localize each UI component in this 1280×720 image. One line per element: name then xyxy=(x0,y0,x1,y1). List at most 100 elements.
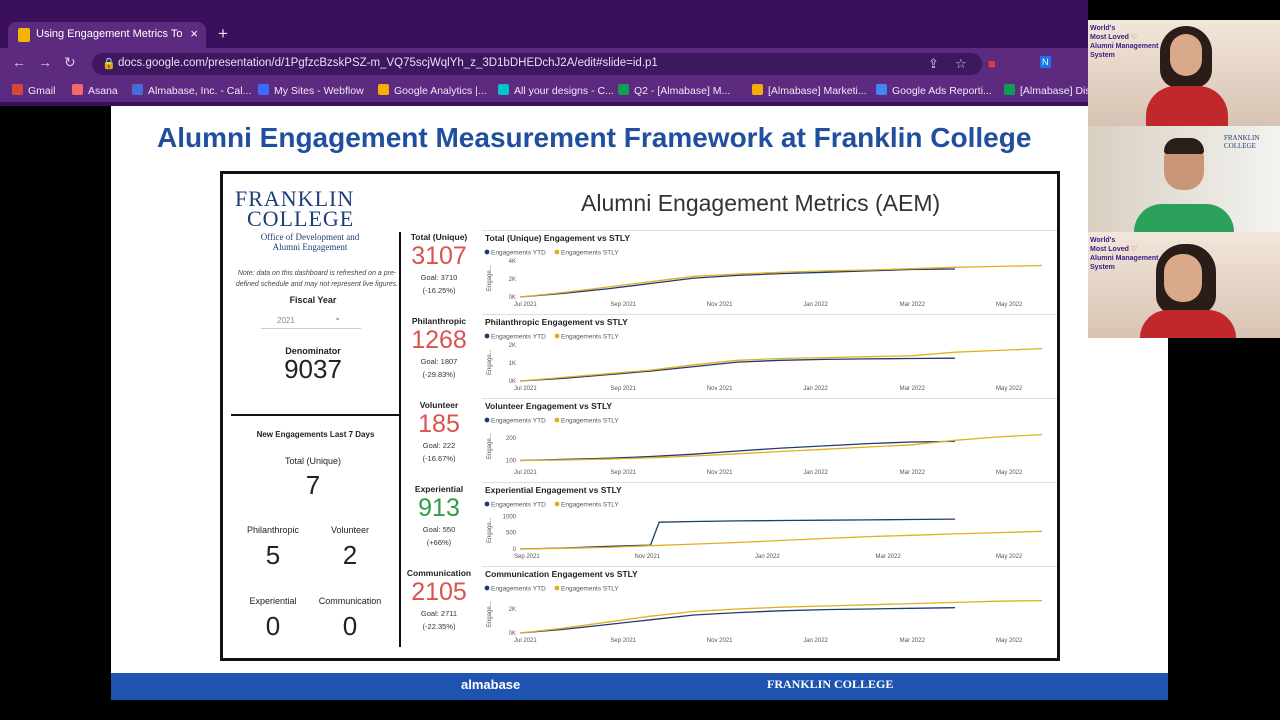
bookmark-label: All your designs - C... xyxy=(514,85,614,97)
kpi-experiential-pct: (+66%) xyxy=(426,538,452,547)
logo-sub1: Office of Development and xyxy=(260,232,360,242)
legend-marker xyxy=(554,333,560,339)
legend-label: Engagements YTD xyxy=(491,334,546,341)
chart-volunteer-title: Volunteer Engagement vs STLY xyxy=(485,401,613,411)
almabase-logo: almabase xyxy=(461,677,521,692)
legend-label: Engagements YTD xyxy=(491,586,546,593)
legend-marker xyxy=(484,333,490,339)
kpi-total-value: 3107 xyxy=(411,242,467,270)
bookmark-item[interactable]: My Sites - Webflow xyxy=(258,84,364,97)
x-tick-label: Nov 2021 xyxy=(707,386,733,392)
video-tile-1[interactable]: World's Most Loved ♡ Alumni Management Syst… xyxy=(1088,20,1280,126)
divider-horizontal xyxy=(231,414,401,416)
x-tick-label: Jul 2021 xyxy=(514,470,537,476)
y-tick-label: 4K xyxy=(509,259,516,265)
series-line xyxy=(519,264,1043,298)
browser-tab-active[interactable]: Using Engagement Metrics To Dr × xyxy=(8,22,206,48)
legend-label: Engagements YTD xyxy=(491,418,546,425)
y-tick-label: 100 xyxy=(506,459,517,465)
kpi-experiential-goal: Goal: 550 xyxy=(422,525,456,534)
y-axis-label: Engage... xyxy=(487,601,493,627)
x-tick-label: Nov 2021 xyxy=(707,470,733,476)
x-tick-label: Sep 2021 xyxy=(610,638,636,644)
series-line xyxy=(519,518,956,550)
chart-experiential-title: Experiential Engagement vs STLY xyxy=(485,485,622,495)
bookmark-item[interactable]: Google Analytics |... xyxy=(378,84,487,97)
bookmark-item[interactable]: [Almabase] Dis xyxy=(1004,84,1091,97)
bookmark-label: Google Analytics |... xyxy=(394,85,487,97)
logo-line2: COLLEGE xyxy=(247,206,355,231)
fiscal-year-label: Fiscal Year xyxy=(289,295,337,305)
y-tick-label: 0K xyxy=(509,295,516,301)
x-tick-label: Mar 2022 xyxy=(900,386,926,392)
back-icon[interactable]: ← xyxy=(12,54,26,70)
kpi-philanthropic-goal: Goal: 1807 xyxy=(420,357,458,366)
x-tick-label: Nov 2021 xyxy=(707,302,733,308)
new-tab-button[interactable]: + xyxy=(218,24,228,44)
x-tick-label: Jul 2021 xyxy=(514,638,537,644)
divider-vertical xyxy=(399,232,401,647)
bookmark-item[interactable]: Almabase, Inc. - Cal... xyxy=(132,84,251,97)
x-tick-label: Jan 2022 xyxy=(803,302,828,308)
participant-hair xyxy=(1164,138,1204,154)
bookmark-favicon-icon xyxy=(1004,84,1015,95)
bookmark-favicon-icon xyxy=(876,84,887,95)
chart-communication-title: Communication Engagement vs STLY xyxy=(485,569,638,579)
series-line xyxy=(519,357,956,382)
bookmark-item[interactable]: [Almabase] Marketi... xyxy=(752,84,867,97)
participant-shirt xyxy=(1146,86,1228,126)
new-volunteer-value: 2 xyxy=(342,540,358,570)
legend-marker xyxy=(554,249,560,255)
fiscal-year-select[interactable]: 2021 ⌄ xyxy=(261,313,361,329)
bookmark-item[interactable]: Asana xyxy=(72,84,118,97)
y-tick-label: 0K xyxy=(509,379,516,385)
x-tick-label: Mar 2022 xyxy=(900,470,926,476)
bookmark-favicon-icon xyxy=(618,84,629,95)
slide-footer: almabase FRANKLIN COLLEGE xyxy=(111,673,1168,700)
address-bar[interactable]: 🔒 docs.google.com/presentation/d/1PgfzcB… xyxy=(92,53,982,75)
chart-philanthropic-svg: Engagements YTD Engagements STLY Engage...… xyxy=(484,333,1043,392)
x-tick-label: Nov 2021 xyxy=(635,554,661,560)
bookmark-favicon-icon xyxy=(498,84,509,95)
bookmark-item[interactable]: Google Ads Reporti... xyxy=(876,84,992,97)
bookmark-item[interactable]: All your designs - C... xyxy=(498,84,614,97)
kpi-volunteer-label: Volunteer xyxy=(419,400,459,410)
x-tick-label: Sep 2021 xyxy=(610,470,636,476)
x-tick-label: Sep 2021 xyxy=(610,302,636,308)
reload-icon[interactable]: ↻ xyxy=(64,54,76,71)
x-tick-label: Jul 2021 xyxy=(514,302,537,308)
bookmark-label: Q2 - [Almabase] M... xyxy=(634,85,731,97)
chart-communication-svg: Engagements YTD Engagements STLY Engage...… xyxy=(484,586,1043,644)
refresh-note: Note: data on this dashboard is refreshe… xyxy=(235,270,399,288)
x-tick-label: May 2022 xyxy=(996,386,1023,392)
series-line xyxy=(519,347,1043,382)
chevron-down-icon: ⌄ xyxy=(334,313,341,322)
legend-marker xyxy=(484,417,490,423)
slide-canvas: Alumni Engagement Measurement Framework … xyxy=(111,106,1168,700)
star-icon[interactable]: ☆ xyxy=(955,56,967,72)
chart-experiential: Engagements YTD Engagements STLY Engage...… xyxy=(482,482,1057,564)
y-tick-label: 0K xyxy=(509,631,516,637)
kpi-volunteer-pct: (-16.67%) xyxy=(422,454,456,463)
share-icon[interactable]: ⇪ xyxy=(928,56,939,72)
slide-title: Alumni Engagement Measurement Framework … xyxy=(157,122,1032,153)
bookmark-item[interactable]: Gmail xyxy=(12,84,55,97)
x-tick-label: Jul 2021 xyxy=(514,386,537,392)
extension-new-icon[interactable]: N xyxy=(1040,56,1051,68)
forward-icon[interactable]: → xyxy=(38,54,52,70)
almabase-brand-text: World's Most Loved ♡ Alumni Management Syst… xyxy=(1090,25,1159,59)
bookmark-item[interactable]: Q2 - [Almabase] M... xyxy=(618,84,730,97)
y-tick-label: 1000 xyxy=(503,514,517,520)
video-tile-2[interactable]: FRANKLIN COLLEGE xyxy=(1088,126,1280,232)
extension-icon[interactable]: ■ xyxy=(988,56,996,71)
legend-marker xyxy=(554,417,560,423)
legend-label: Engagements YTD xyxy=(491,502,546,509)
new-total-label: Total (Unique) xyxy=(284,456,342,466)
legend-marker xyxy=(484,249,490,255)
chart-communication: Engagements YTD Engagements STLY Engage...… xyxy=(482,566,1057,648)
kpi-total-goal: Goal: 3710 xyxy=(420,273,458,282)
bookmark-label: Google Ads Reporti... xyxy=(892,85,992,97)
video-tile-3[interactable]: World's Most Loved ♡ Alumni Management Syst… xyxy=(1088,232,1280,338)
close-icon[interactable]: × xyxy=(190,26,198,41)
x-tick-label: Sep 2021 xyxy=(610,386,636,392)
